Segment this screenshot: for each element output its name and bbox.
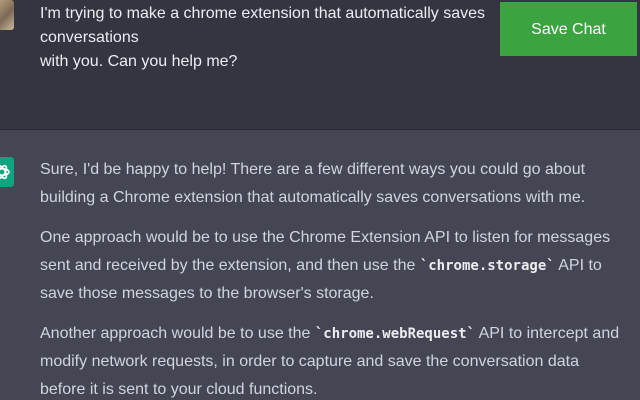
chat-page: I'm trying to make a chrome extension th… (0, 0, 640, 400)
assistant-paragraph-2: One approach would be to use the Chrome … (40, 224, 626, 308)
user-message-line-2: with you. Can you help me? (40, 53, 238, 70)
assistant-paragraph-3: Another approach would be to use the `ch… (40, 320, 626, 400)
user-avatar (0, 0, 14, 30)
assistant-message-text: Sure, I'd be happy to help! There are a … (40, 156, 626, 400)
user-message-text: I'm trying to make a chrome extension th… (40, 2, 510, 74)
user-message-line-1: I'm trying to make a chrome extension th… (40, 5, 486, 46)
inline-code-chrome-webrequest: `chrome.webRequest` (314, 326, 476, 342)
inline-code-chrome-storage: `chrome.storage` (419, 258, 555, 274)
assistant-message-row: Sure, I'd be happy to help! There are a … (0, 130, 640, 400)
save-chat-button[interactable]: Save Chat (500, 2, 637, 56)
assistant-paragraph-1: Sure, I'd be happy to help! There are a … (40, 161, 586, 206)
assistant-paragraph-3-text-a: Another approach would be to use the (40, 325, 315, 342)
openai-logo-icon (0, 157, 14, 187)
